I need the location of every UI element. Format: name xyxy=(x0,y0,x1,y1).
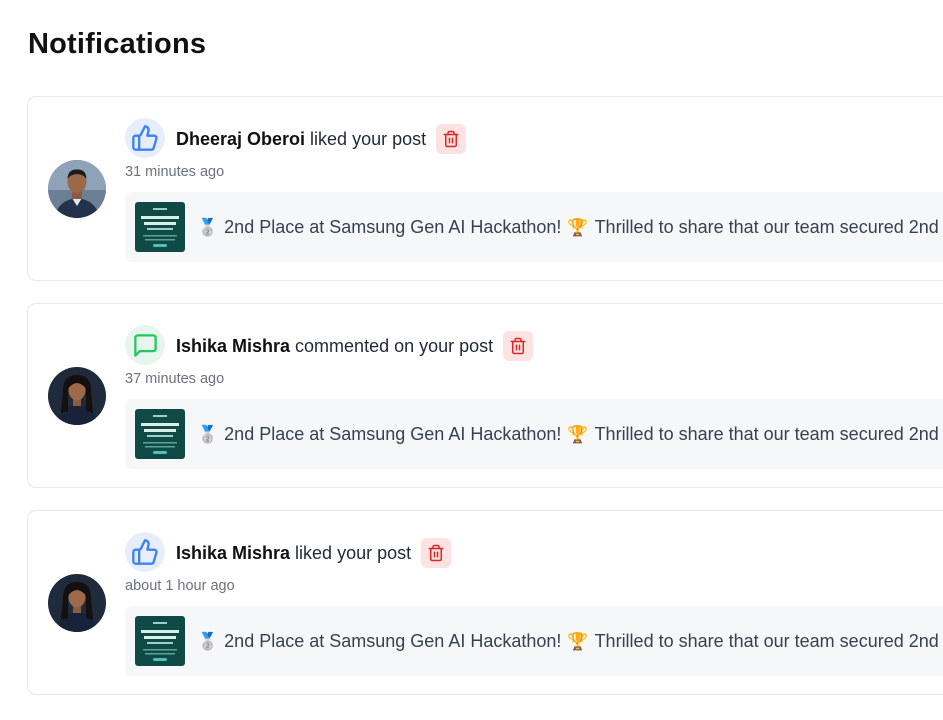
delete-button[interactable] xyxy=(421,538,452,568)
timestamp: 37 minutes ago xyxy=(125,371,225,387)
trophy-icon: 🏆 xyxy=(567,218,589,237)
post-snippet: 🥈 2nd Place at Samsung Gen AI Hackathon! 🏆… xyxy=(197,606,943,676)
post-preview[interactable]: 🥈 2nd Place at Samsung Gen AI Hackathon! 🏆… xyxy=(125,192,943,262)
snippet-text-end: Thrilled to share that our team secured … xyxy=(594,631,943,651)
snippet-text-start: 2nd Place at Samsung Gen AI Hackathon! xyxy=(224,217,562,237)
delete-button[interactable] xyxy=(503,331,534,361)
page-title: Notifications xyxy=(28,28,207,60)
snippet-text-end: Thrilled to share that our team secured … xyxy=(594,424,943,444)
snippet-text-end: Thrilled to share that our team secured … xyxy=(594,217,943,237)
trophy-icon: 🏆 xyxy=(567,425,589,444)
post-thumbnail xyxy=(135,616,185,666)
thumbs-up-icon xyxy=(125,532,165,572)
avatar[interactable] xyxy=(48,160,106,218)
notification-text: Dheeraj Oberoi liked your post xyxy=(176,124,467,154)
message-square-icon xyxy=(125,325,165,365)
post-snippet: 🥈 2nd Place at Samsung Gen AI Hackathon! 🏆… xyxy=(197,399,943,469)
notification-card[interactable]: Dheeraj Oberoi liked your post 31 minute… xyxy=(27,96,943,281)
notification-text: Ishika Mishra liked your post xyxy=(176,538,452,568)
post-thumbnail xyxy=(135,202,185,252)
notification-text: Ishika Mishra commented on your post xyxy=(176,331,534,361)
trash-icon xyxy=(510,337,526,355)
action-text: liked your post xyxy=(295,542,412,563)
medal-icon: 🥈 xyxy=(197,632,219,651)
actor-name[interactable]: Ishika Mishra xyxy=(176,543,290,564)
delete-button[interactable] xyxy=(436,124,467,154)
actor-name[interactable]: Ishika Mishra xyxy=(176,336,290,357)
thumbs-up-icon xyxy=(125,118,165,158)
trophy-icon: 🏆 xyxy=(567,632,589,651)
post-preview[interactable]: 🥈 2nd Place at Samsung Gen AI Hackathon! 🏆… xyxy=(125,606,943,676)
action-text: commented on your post xyxy=(295,335,494,356)
trash-icon xyxy=(443,130,459,148)
snippet-text-start: 2nd Place at Samsung Gen AI Hackathon! xyxy=(224,631,562,651)
actor-name[interactable]: Dheeraj Oberoi xyxy=(176,129,305,150)
timestamp: about 1 hour ago xyxy=(125,578,235,594)
notifications-page: Notifications Dheeraj Oberoi liked your … xyxy=(0,0,943,720)
timestamp: 31 minutes ago xyxy=(125,164,225,180)
trash-icon xyxy=(428,544,444,562)
action-text: liked your post xyxy=(310,128,427,149)
post-snippet: 🥈 2nd Place at Samsung Gen AI Hackathon! 🏆… xyxy=(197,192,943,262)
post-thumbnail xyxy=(135,409,185,459)
notification-card[interactable]: Ishika Mishra liked your post about 1 ho… xyxy=(27,510,943,695)
avatar[interactable] xyxy=(48,574,106,632)
snippet-text-start: 2nd Place at Samsung Gen AI Hackathon! xyxy=(224,424,562,444)
medal-icon: 🥈 xyxy=(197,425,219,444)
notification-card[interactable]: Ishika Mishra commented on your post 37 … xyxy=(27,303,943,488)
avatar[interactable] xyxy=(48,367,106,425)
post-preview[interactable]: 🥈 2nd Place at Samsung Gen AI Hackathon! 🏆… xyxy=(125,399,943,469)
medal-icon: 🥈 xyxy=(197,218,219,237)
